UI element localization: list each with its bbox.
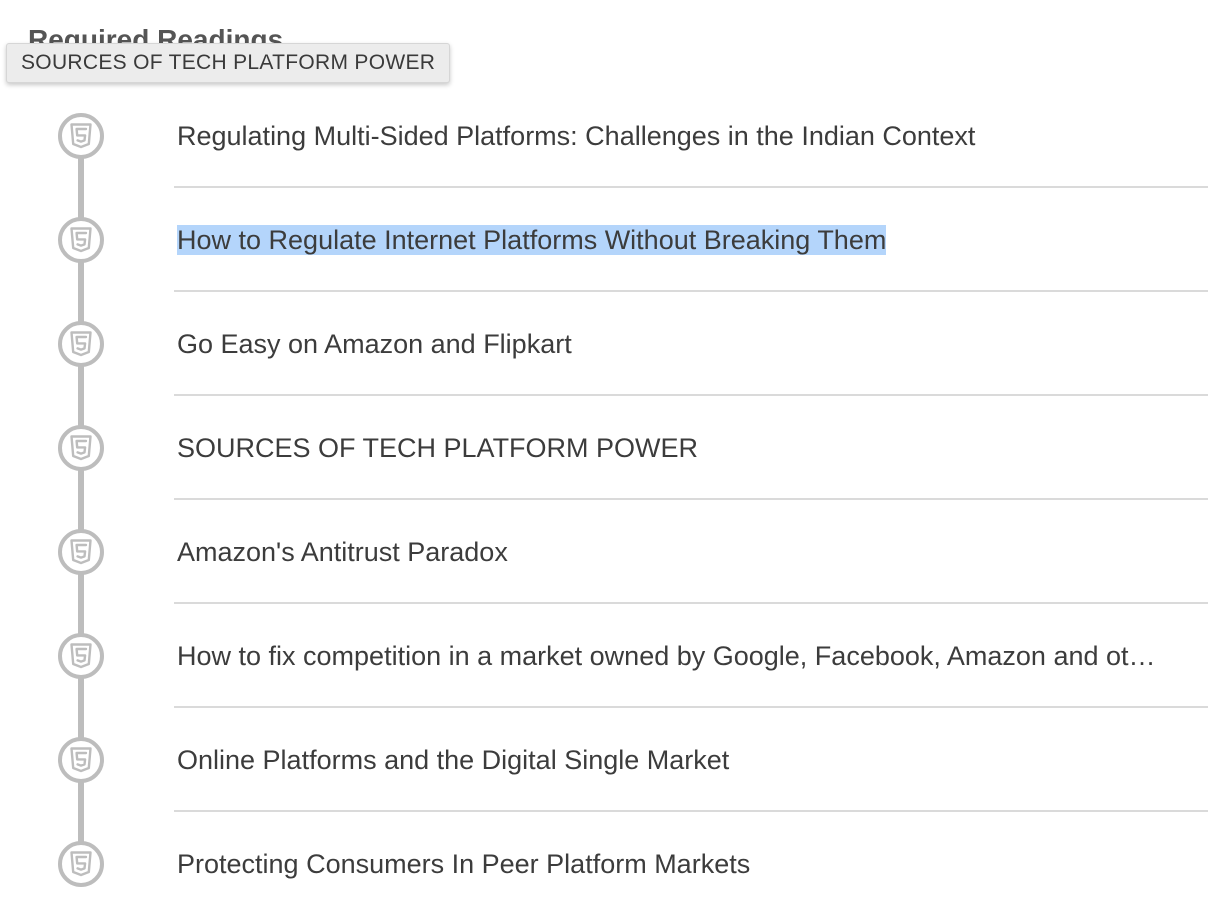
required-readings-page: Required Readings SOURCES OF TECH PLATFO… [0, 0, 1208, 914]
reading-title[interactable]: Online Platforms and the Digital Single … [177, 741, 1187, 779]
reading-item[interactable]: How to Regulate Internet Platforms Witho… [0, 188, 1208, 292]
reading-title-text: Regulating Multi-Sided Platforms: Challe… [177, 121, 976, 151]
reading-title-text: How to fix competition in a market owned… [177, 641, 1156, 671]
reading-list: Regulating Multi-Sided Platforms: Challe… [0, 84, 1208, 914]
reading-item[interactable]: Regulating Multi-Sided Platforms: Challe… [0, 84, 1208, 188]
reading-title[interactable]: How to fix competition in a market owned… [177, 637, 1187, 675]
reading-title-text: Amazon's Antitrust Paradox [177, 537, 508, 567]
reading-item[interactable]: How to fix competition in a market owned… [0, 604, 1208, 708]
reading-item[interactable]: SOURCES OF TECH PLATFORM POWER [0, 396, 1208, 500]
reading-item[interactable]: Protecting Consumers In Peer Platform Ma… [0, 812, 1208, 914]
html5-icon [58, 737, 104, 783]
reading-title-text: Go Easy on Amazon and Flipkart [177, 329, 572, 359]
reading-title-text: SOURCES OF TECH PLATFORM POWER [177, 433, 699, 463]
reading-title[interactable]: Regulating Multi-Sided Platforms: Challe… [177, 117, 1187, 155]
html5-icon [58, 321, 104, 367]
reading-title[interactable]: Protecting Consumers In Peer Platform Ma… [177, 845, 1187, 883]
reading-title[interactable]: SOURCES OF TECH PLATFORM POWER [177, 429, 1187, 467]
html5-icon [58, 529, 104, 575]
reading-title-text: How to Regulate Internet Platforms Witho… [177, 225, 887, 255]
html5-icon [58, 841, 104, 887]
html5-icon [58, 633, 104, 679]
html5-icon [58, 217, 104, 263]
reading-title[interactable]: Amazon's Antitrust Paradox [177, 533, 1187, 571]
reading-item[interactable]: Online Platforms and the Digital Single … [0, 708, 1208, 812]
reading-title[interactable]: How to Regulate Internet Platforms Witho… [177, 221, 1187, 259]
reading-title[interactable]: Go Easy on Amazon and Flipkart [177, 325, 1187, 363]
reading-item[interactable]: Amazon's Antitrust Paradox [0, 500, 1208, 604]
tooltip: SOURCES OF TECH PLATFORM POWER [6, 43, 451, 83]
reading-title-text: Protecting Consumers In Peer Platform Ma… [177, 849, 751, 879]
reading-title-text: Online Platforms and the Digital Single … [177, 745, 730, 775]
reading-item[interactable]: Go Easy on Amazon and Flipkart [0, 292, 1208, 396]
html5-icon [58, 425, 104, 471]
html5-icon [58, 113, 104, 159]
